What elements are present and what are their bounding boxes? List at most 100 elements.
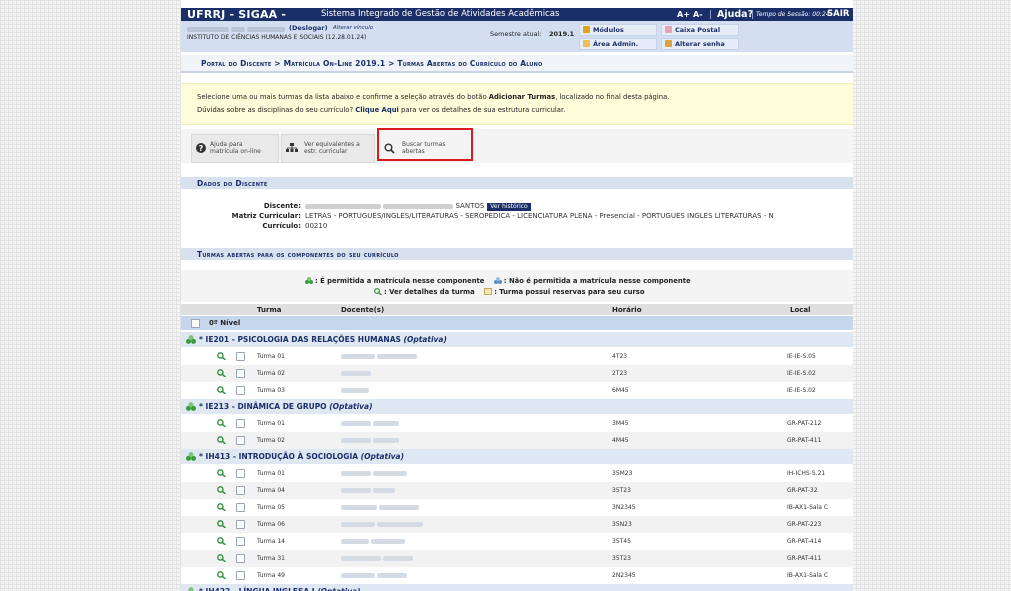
view-details-icon[interactable]	[217, 503, 226, 511]
class-select-checkbox[interactable]	[236, 571, 245, 580]
optional-tag: (Optativa)	[403, 335, 447, 344]
user-name-redacted	[187, 25, 286, 33]
modules-label: Módulos	[593, 26, 624, 34]
key-icon	[665, 40, 672, 47]
class-select-checkbox[interactable]	[236, 436, 245, 445]
divider	[710, 10, 711, 19]
table-row: Turma 01 3M45 GR-PAT-212	[181, 415, 853, 432]
teacher-redacted	[341, 555, 413, 562]
class-select-checkbox[interactable]	[236, 369, 245, 378]
class-select-checkbox[interactable]	[236, 386, 245, 395]
institute-label: INSTITUTO DE CIÊNCIAS HUMANAS E SOCIAIS …	[187, 34, 367, 41]
highlight-box	[377, 128, 473, 161]
class-name: Turma 31	[257, 555, 285, 562]
level-label: 0º Nível	[209, 319, 241, 327]
enroll-allowed-icon	[187, 587, 195, 591]
legend-line-1: : É permitida a matrícula nesse componen…	[305, 277, 691, 285]
table-row: Turma 49 2N2345 IB-AX1-Sala C	[181, 567, 853, 584]
class-name: Turma 05	[257, 504, 285, 511]
class-select-checkbox[interactable]	[236, 537, 245, 546]
breadcrumb-text: Portal do Discente > Matrícula On-Line 2…	[201, 59, 543, 68]
class-select-checkbox[interactable]	[236, 419, 245, 428]
font-increase-button[interactable]: A+	[677, 8, 690, 21]
table-row: Turma 01 35M23 IH-ICHS-S.21	[181, 465, 853, 482]
deslogar-link[interactable]: (Deslogar)	[289, 24, 328, 32]
view-details-icon[interactable]	[217, 436, 226, 444]
class-name: Turma 49	[257, 572, 285, 579]
view-details-icon[interactable]	[217, 486, 226, 494]
column-local: Local	[790, 306, 811, 314]
legend-reserves-text: : Turma possui reservas para seu curso	[494, 288, 645, 296]
modules-icon	[583, 26, 590, 33]
teacher-redacted	[341, 521, 423, 528]
teacher-redacted	[341, 538, 405, 545]
view-details-icon[interactable]	[217, 520, 226, 528]
component-title: * IH413 - INTRODUÇÃO À SOCIOLOGIA (Optat…	[199, 452, 404, 461]
student-name-label: Discente:	[263, 202, 301, 210]
component-code-name: * IH422 - LÍNGUA INGLESA I	[199, 587, 315, 591]
change-password-button[interactable]: Alterar senha	[661, 38, 739, 50]
table-row: Turma 04 35T23 GR-PAT-32	[181, 482, 853, 499]
component-title: * IE213 - DINÂMICA DE GRUPO (Optativa)	[199, 402, 373, 411]
class-select-checkbox[interactable]	[236, 486, 245, 495]
view-details-icon[interactable]	[217, 469, 226, 477]
view-details-icon[interactable]	[217, 571, 226, 579]
curriculum-matrix-value: LETRAS - PORTUGUÊS/INGLÊS/LITERATURAS - …	[305, 212, 774, 220]
optional-tag: (Optativa)	[329, 402, 373, 411]
font-decrease-button[interactable]: A-	[693, 8, 703, 21]
mailbox-button[interactable]: Caixa Postal	[661, 24, 739, 36]
teacher-redacted	[341, 387, 369, 394]
optional-tag: (Optativa)	[360, 452, 405, 461]
component-code-name: * IE213 - DINÂMICA DE GRUPO	[199, 402, 327, 411]
class-select-checkbox[interactable]	[236, 520, 245, 529]
class-location: GR-PAT-32	[787, 487, 818, 494]
class-schedule: 35T23	[612, 555, 631, 562]
teacher-redacted	[341, 487, 395, 494]
table-row: Turma 02 2T23 IE-IE-S.02	[181, 365, 853, 382]
view-details-icon[interactable]	[217, 352, 226, 360]
teacher-redacted	[341, 370, 371, 377]
level-checkbox[interactable]	[191, 319, 200, 328]
enroll-not-allowed-icon	[493, 277, 502, 284]
curriculum-matrix-label: Matriz Curricular:	[231, 212, 301, 220]
view-history-button[interactable]: Ver histórico	[487, 203, 531, 211]
page-container: UFRRJ - SIGAA - Sistema Integrado de Ges…	[181, 0, 853, 591]
logout-button[interactable]: SAIR	[827, 8, 849, 21]
view-details-icon[interactable]	[217, 554, 226, 562]
table-row: Turma 31 35T23 GR-PAT-411	[181, 550, 853, 567]
top-bar: UFRRJ - SIGAA - Sistema Integrado de Ges…	[181, 8, 853, 21]
curriculum-label: Currículo:	[262, 222, 301, 230]
class-name: Turma 01	[257, 353, 285, 360]
notice-line-1: Selecione uma ou mais turmas da lista ab…	[197, 93, 669, 101]
level-row: 0º Nível	[181, 316, 853, 330]
class-select-checkbox[interactable]	[236, 503, 245, 512]
view-details-icon[interactable]	[217, 419, 226, 427]
enroll-allowed-icon	[186, 402, 196, 411]
view-equivalents-button[interactable]: Ver equivalentes a estr. curricular	[281, 134, 375, 163]
table-row: Turma 06 35N23 GR-PAT-223	[181, 516, 853, 533]
view-details-icon[interactable]	[217, 537, 226, 545]
change-link-link[interactable]: Alterar vínculo	[333, 25, 373, 31]
class-schedule: 4M45	[612, 437, 629, 444]
class-name: Turma 02	[257, 437, 285, 444]
divider	[752, 10, 753, 19]
table-row: Turma 02 4M45 GR-PAT-411	[181, 432, 853, 449]
view-details-icon[interactable]	[217, 386, 226, 394]
click-here-link[interactable]: Clique Aqui	[355, 106, 399, 114]
modules-button[interactable]: Módulos	[579, 24, 657, 36]
notice-line-2: Dúvidas sobre as disciplinas do seu curr…	[197, 106, 565, 114]
component-row: * IH422 - LÍNGUA INGLESA I (Optativa)	[181, 584, 853, 591]
class-select-checkbox[interactable]	[236, 352, 245, 361]
student-surname: SANTOS	[455, 202, 485, 210]
view-details-icon[interactable]	[217, 369, 226, 377]
help-link[interactable]: Ajuda?	[717, 8, 753, 21]
add-classes-reference: Adicionar Turmas	[488, 93, 556, 101]
class-select-checkbox[interactable]	[236, 554, 245, 563]
optional-tag: (Optativa)	[317, 587, 360, 591]
magnifier-icon	[374, 288, 382, 295]
admin-area-button[interactable]: Área Admin.	[579, 38, 657, 50]
component-title: * IE201 - PSICOLOGIA DAS RELAÇÕES HUMANA…	[199, 335, 447, 344]
legend-not-allowed-text: : Não é permitida a matrícula nesse comp…	[503, 277, 691, 285]
class-select-checkbox[interactable]	[236, 469, 245, 478]
help-enrollment-button[interactable]: ? Ajuda para matrícula on-line	[191, 134, 279, 163]
